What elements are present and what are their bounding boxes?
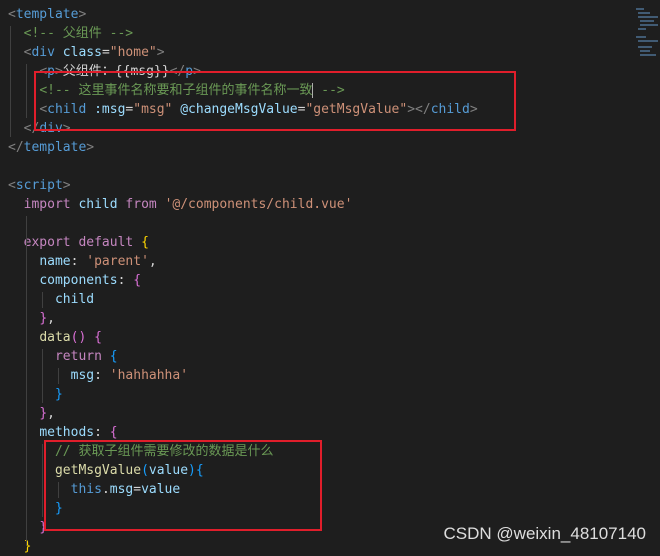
code-token: > bbox=[86, 140, 95, 155]
code-token: export bbox=[23, 235, 71, 250]
code-editor[interactable]: <template> <!-- 父组件 --> <div class="home… bbox=[0, 0, 630, 554]
indent-guide bbox=[42, 292, 43, 308]
code-token: , bbox=[148, 254, 157, 269]
code-token: { bbox=[141, 235, 149, 250]
code-token: : bbox=[70, 254, 87, 269]
code-line[interactable]: import child from '@/components/child.vu… bbox=[8, 195, 353, 214]
code-token: : bbox=[94, 425, 110, 440]
code-line[interactable]: data() { bbox=[8, 328, 102, 347]
indent-guide bbox=[58, 368, 59, 384]
code-token: > bbox=[78, 7, 87, 22]
code-token: { bbox=[94, 330, 102, 345]
code-token: : bbox=[94, 368, 110, 383]
code-token: child bbox=[54, 292, 95, 307]
code-token: <!-- 父组件 --> bbox=[23, 26, 134, 41]
watermark: CSDN @weixin_48107140 bbox=[443, 524, 646, 543]
code-token: > bbox=[62, 178, 71, 193]
code-token: { bbox=[109, 425, 118, 440]
code-line[interactable]: }, bbox=[8, 309, 55, 328]
code-token: = bbox=[101, 45, 110, 60]
code-token: script bbox=[15, 178, 63, 193]
code-token: : bbox=[117, 273, 134, 288]
indent-guide bbox=[10, 26, 11, 137]
code-token: } bbox=[54, 387, 63, 402]
code-line[interactable]: </template> bbox=[8, 138, 94, 157]
code-token: "home" bbox=[109, 45, 157, 60]
code-token: { bbox=[133, 273, 142, 288]
code-token: import bbox=[23, 197, 71, 212]
code-token: div bbox=[31, 45, 55, 60]
code-line[interactable]: name: 'parent', bbox=[8, 252, 157, 271]
code-token: < bbox=[8, 178, 16, 193]
code-token: () bbox=[70, 330, 87, 345]
code-line[interactable]: <div class="home"> bbox=[8, 43, 165, 62]
code-line[interactable]: components: { bbox=[8, 271, 141, 290]
code-token: { bbox=[109, 349, 118, 364]
code-token: class bbox=[62, 45, 102, 60]
code-line[interactable]: } bbox=[8, 518, 47, 537]
indent-guide bbox=[26, 64, 27, 118]
code-line[interactable]: <script> bbox=[8, 176, 71, 195]
event-binding-highlight bbox=[34, 71, 516, 131]
code-token: template bbox=[15, 7, 79, 22]
code-token: data bbox=[39, 330, 71, 345]
indent-guide bbox=[42, 444, 43, 517]
method-highlight bbox=[44, 440, 322, 531]
code-token: return bbox=[54, 349, 102, 364]
code-token: template bbox=[23, 140, 87, 155]
code-line[interactable]: export default { bbox=[8, 233, 149, 252]
code-token: name bbox=[39, 254, 71, 269]
code-token: msg bbox=[70, 368, 95, 383]
code-token: , bbox=[47, 311, 55, 326]
code-line[interactable]: return { bbox=[8, 347, 118, 366]
code-token: > bbox=[156, 45, 165, 60]
code-token: '@/components/child.vue' bbox=[164, 197, 353, 212]
code-token: < bbox=[8, 7, 16, 22]
code-line[interactable]: } bbox=[8, 537, 32, 556]
minimap[interactable] bbox=[634, 0, 660, 554]
code-token: methods bbox=[39, 425, 95, 440]
code-token: , bbox=[47, 406, 55, 421]
code-token: 'parent' bbox=[86, 254, 149, 269]
code-line[interactable]: msg: 'hahhahha' bbox=[8, 366, 188, 385]
code-line[interactable]: <template> bbox=[8, 5, 86, 24]
code-line[interactable]: <!-- 父组件 --> bbox=[8, 24, 133, 43]
code-token: default bbox=[78, 235, 134, 250]
code-token: } bbox=[39, 406, 48, 421]
code-token: } bbox=[39, 311, 48, 326]
code-token: child bbox=[78, 197, 118, 212]
indent-guide bbox=[26, 216, 27, 546]
indent-guide bbox=[42, 349, 43, 403]
code-line[interactable]: } bbox=[8, 385, 63, 404]
code-line[interactable]: }, bbox=[8, 404, 55, 423]
code-token: components bbox=[39, 273, 118, 288]
code-token: } bbox=[23, 539, 32, 554]
code-token: 'hahhahha' bbox=[109, 368, 189, 383]
code-line[interactable]: child bbox=[8, 290, 94, 309]
code-token: </ bbox=[8, 140, 24, 155]
code-token: from bbox=[125, 197, 157, 212]
